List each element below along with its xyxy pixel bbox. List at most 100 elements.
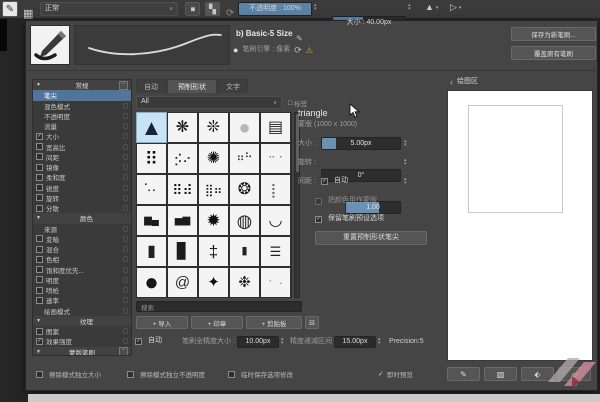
tag-filter-dropdown[interactable]: All ∨ (136, 96, 282, 109)
wrap-mode-button[interactable]: ▷ ▾ (450, 3, 461, 12)
option-checkbox[interactable] (36, 235, 43, 243)
color-mask-checkbox[interactable] (315, 197, 322, 205)
sidebar-section-23[interactable]: ▼ 纹理 (33, 315, 131, 326)
brush-tip-cell-21[interactable]: ▊ (168, 237, 197, 266)
temp-save-checkbox[interactable] (228, 370, 235, 378)
tip-size-spinner[interactable]: ▴ ▾ (404, 139, 407, 148)
fade-spinner[interactable]: ▴ ▾ (378, 337, 381, 346)
option-checkbox[interactable] (36, 143, 43, 151)
brush-tip-cell-1[interactable]: ❋ (168, 113, 197, 142)
brush-tip-cell-26[interactable]: @ (168, 268, 197, 297)
sidebar-item-1[interactable]: 笔尖 (33, 90, 131, 101)
full-size-field[interactable]: 10.00px (237, 336, 279, 348)
option-checkbox[interactable] (36, 245, 43, 253)
sidebar-item-14[interactable]: 来源 (33, 224, 131, 234)
sidebar-item-11[interactable]: 旋转 (33, 193, 131, 203)
save-new-preset-button[interactable]: 保存为新笔刷... (511, 27, 596, 41)
collapse-section-button[interactable]: − (119, 347, 128, 355)
brush-preset-button[interactable]: ✎ (2, 1, 18, 17)
preserve-settings-checkbox[interactable] (315, 215, 322, 223)
option-checkbox[interactable] (36, 255, 43, 263)
brush-tip-cell-14[interactable]: ⡇ (261, 175, 290, 204)
temp-save-option[interactable]: 临时保存选项修改 (228, 369, 293, 379)
brush-tip-cell-28[interactable]: ❉ (230, 268, 259, 297)
brush-tip-cell-3[interactable]: ● (230, 113, 259, 142)
option-checkbox[interactable] (36, 327, 43, 335)
sidebar-item-16[interactable]: 混合 (33, 244, 131, 254)
brush-tip-cell-6[interactable]: ⡪⠔ (168, 144, 197, 173)
brush-tip-cell-7[interactable]: ✺ (199, 144, 228, 173)
spacing-auto-checkbox[interactable] (321, 177, 328, 185)
brush-tip-cell-2[interactable]: ❊ (199, 113, 228, 142)
sidebar-section-13[interactable]: ▼ 颜色 (33, 213, 131, 224)
scratchpad-canvas[interactable] (447, 90, 593, 361)
precision-auto-checkbox[interactable] (135, 337, 142, 345)
stamp-button[interactable]: + 印章 (191, 316, 243, 329)
delete-tip-button[interactable]: ⊟ (305, 316, 319, 329)
sidebar-item-18[interactable]: 饱和度优先... (33, 265, 131, 275)
opacity-spinner[interactable]: ▴ ▾ (314, 3, 317, 12)
brush-tip-cell-15[interactable]: ▆▄ (137, 206, 166, 235)
brush-tip-cell-11[interactable]: ⠿⠾ (168, 175, 197, 204)
sidebar-item-21[interactable]: 速率 (33, 295, 131, 305)
tab-auto[interactable]: 自动 (136, 79, 166, 93)
option-checkbox[interactable] (36, 276, 43, 284)
reload-engine-icon[interactable]: ⟳ (294, 45, 302, 55)
brush-tip-cell-12[interactable]: ⣿⠶ (199, 175, 228, 204)
option-checkbox[interactable] (36, 132, 43, 140)
sidebar-item-4[interactable]: 流量 (33, 121, 131, 131)
import-button[interactable]: + 导入 (136, 316, 188, 329)
option-checkbox[interactable] (36, 163, 43, 171)
eraser-mode-button[interactable]: ◆ (185, 2, 200, 16)
sidebar-item-17[interactable]: 色相 (33, 254, 131, 264)
brush-tip-cell-10[interactable]: ⠡⠄ (137, 175, 166, 204)
instant-preview-option[interactable]: ✓ 即时预览 (378, 369, 413, 379)
sidebar-item-5[interactable]: 大小 (33, 131, 131, 141)
scratchpad-paint-button[interactable]: ✎ (447, 367, 480, 381)
option-checkbox[interactable] (36, 296, 43, 304)
clipboard-button[interactable]: + 剪贴板 (246, 316, 302, 329)
sidebar-item-8[interactable]: 镜像 (33, 162, 131, 172)
tag-toggle-button[interactable]: □ 标签 (288, 98, 307, 109)
brush-tip-cell-27[interactable]: ✦ (199, 268, 228, 297)
collapse-scratchpad-icon[interactable]: ‹ (450, 77, 453, 87)
brush-tip-cell-23[interactable]: ▮ (230, 237, 259, 266)
eraser-opacity-option[interactable]: 擦除模式独立不透明度 (127, 369, 205, 379)
eraser-opacity-checkbox[interactable] (127, 370, 134, 378)
sidebar-section-26[interactable]: ▼ 蒙版笔刷 − (33, 346, 131, 355)
option-checkbox[interactable] (36, 184, 43, 192)
brush-tip-cell-9[interactable]: ⠒⠐ (261, 144, 290, 173)
brush-tip-cell-22[interactable]: ‡ (199, 237, 228, 266)
size-spinner[interactable]: ▴ ▾ (408, 3, 411, 12)
option-checkbox[interactable] (36, 337, 43, 345)
brush-tip-cell-25[interactable]: ● (137, 268, 166, 297)
sidebar-item-19[interactable]: 明度 (33, 275, 131, 285)
sidebar-item-20[interactable]: 喷枪 (33, 285, 131, 295)
mirror-tool-button[interactable]: ▲ ▾ (425, 3, 438, 12)
option-checkbox[interactable] (36, 286, 43, 294)
brush-tip-cell-13[interactable]: ❂ (230, 175, 259, 204)
eraser-size-option[interactable]: 擦除模式独立大小 (36, 369, 101, 379)
brush-tip-cell-29[interactable]: ⠂⠠ (261, 268, 290, 297)
brush-tip-cell-19[interactable]: ◡ (261, 206, 290, 235)
search-input[interactable]: 搜索 (136, 301, 302, 312)
reset-tip-button[interactable]: 重置预制形状笔尖 (315, 231, 427, 245)
sidebar-item-22[interactable]: 绘画模式 (33, 306, 131, 316)
sidebar-item-9[interactable]: 柔和度 (33, 172, 131, 182)
tip-rotation-spinner[interactable]: ▴ ▾ (404, 158, 407, 167)
sidebar-item-10[interactable]: 锐度 (33, 183, 131, 193)
tip-size-slider[interactable]: 5.00px (321, 137, 401, 150)
sidebar-item-12[interactable]: 分散 (33, 203, 131, 213)
sidebar-item-24[interactable]: 图案 (33, 326, 131, 336)
fade-field[interactable]: 15.00px (334, 336, 376, 348)
option-checkbox[interactable] (36, 204, 43, 212)
sidebar-item-25[interactable]: 效果强度 (33, 336, 131, 346)
opacity-slider[interactable]: 不透明度 : 100% (238, 2, 312, 16)
sidebar-item-2[interactable]: 混色模式 (33, 101, 131, 111)
option-checkbox[interactable] (36, 153, 43, 161)
eraser-size-checkbox[interactable] (36, 370, 43, 378)
option-checkbox[interactable] (36, 266, 43, 274)
sidebar-item-7[interactable]: 间距 (33, 152, 131, 162)
scratchpad-gradient-button[interactable]: ▧ (484, 367, 517, 381)
brush-tip-cell-17[interactable]: ✹ (199, 206, 228, 235)
